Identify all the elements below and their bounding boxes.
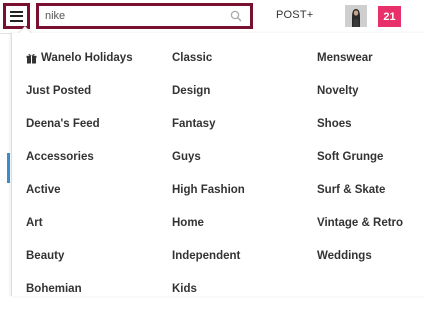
menu-item-label: Weddings (317, 250, 372, 262)
top-navigation-bar: POST+ 21 (0, 0, 425, 34)
menu-item-accessories[interactable]: Accessories (26, 149, 133, 165)
menu-item-label: Classic (172, 52, 213, 64)
menu-item-label: Design (172, 85, 211, 97)
menu-item-label: Menswear (317, 52, 373, 64)
menu-item-label: Deena's Feed (26, 118, 100, 130)
menu-item-label: Art (26, 217, 43, 229)
menu-item-surf-skate[interactable]: Surf & Skate (317, 182, 403, 198)
menu-item-label: Guys (172, 151, 201, 163)
hamburger-icon (10, 10, 23, 22)
menu-item-classic[interactable]: Classic (172, 50, 245, 66)
user-photo-icon (345, 5, 367, 27)
menu-item-label: Accessories (26, 151, 94, 163)
menu-item-label: Novelty (317, 85, 359, 97)
menu-item-label: Soft Grunge (317, 151, 384, 163)
menu-column-2: Classic Design Fantasy Guys High Fashion… (172, 50, 245, 314)
menu-item-kids[interactable]: Kids (172, 281, 245, 297)
search-icon[interactable] (230, 10, 242, 22)
menu-item-label: Independent (172, 250, 241, 262)
menu-item-just-posted[interactable]: Just Posted (26, 83, 133, 99)
menu-item-deenas-feed[interactable]: Deena's Feed (26, 116, 133, 132)
menu-item-home[interactable]: Home (172, 215, 245, 231)
menu-item-vintage-retro[interactable]: Vintage & Retro (317, 215, 403, 231)
menu-item-design[interactable]: Design (172, 83, 245, 99)
menu-item-label: Vintage & Retro (317, 217, 404, 229)
menu-item-label: Home (172, 217, 204, 229)
menu-item-label: Surf & Skate (317, 184, 386, 196)
menu-item-novelty[interactable]: Novelty (317, 83, 403, 99)
menu-item-active[interactable]: Active (26, 182, 133, 198)
menu-item-label: Bohemian (26, 283, 82, 295)
menu-column-1: Wanelo Holidays Just Posted Deena's Feed… (26, 50, 133, 314)
menu-item-label: Kids (172, 283, 197, 295)
menu-column-3: Menswear Novelty Shoes Soft Grunge Surf … (317, 50, 403, 281)
menu-item-wanelo-holidays[interactable]: Wanelo Holidays (26, 50, 133, 66)
menu-item-menswear[interactable]: Menswear (317, 50, 403, 66)
avatar[interactable] (345, 5, 367, 27)
gift-icon (26, 53, 37, 63)
notification-badge[interactable]: 21 (378, 6, 401, 27)
menu-item-label: Active (26, 184, 61, 196)
menu-item-guys[interactable]: Guys (172, 149, 245, 165)
categories-dropdown: Wanelo Holidays Just Posted Deena's Feed… (11, 26, 425, 296)
menu-item-label: High Fashion (172, 184, 245, 196)
menu-item-label: Just Posted (26, 85, 92, 97)
menu-item-fantasy[interactable]: Fantasy (172, 116, 245, 132)
menu-item-independent[interactable]: Independent (172, 248, 245, 264)
menu-item-shoes[interactable]: Shoes (317, 116, 403, 132)
menu-item-label: Shoes (317, 118, 352, 130)
menu-item-label: Beauty (26, 250, 65, 262)
search-input[interactable] (45, 8, 225, 24)
menu-item-high-fashion[interactable]: High Fashion (172, 182, 245, 198)
search-box[interactable] (36, 3, 253, 29)
menu-item-weddings[interactable]: Weddings (317, 248, 403, 264)
menu-item-art[interactable]: Art (26, 215, 133, 231)
menu-item-beauty[interactable]: Beauty (26, 248, 133, 264)
menu-item-bohemian[interactable]: Bohemian (26, 281, 133, 297)
menu-item-label: Wanelo Holidays (41, 52, 133, 64)
menu-item-label: Fantasy (172, 118, 216, 130)
menu-item-soft-grunge[interactable]: Soft Grunge (317, 149, 403, 165)
post-button[interactable]: POST+ (276, 9, 313, 21)
side-accent-bar (7, 153, 10, 183)
dropdown-caret (18, 26, 32, 33)
